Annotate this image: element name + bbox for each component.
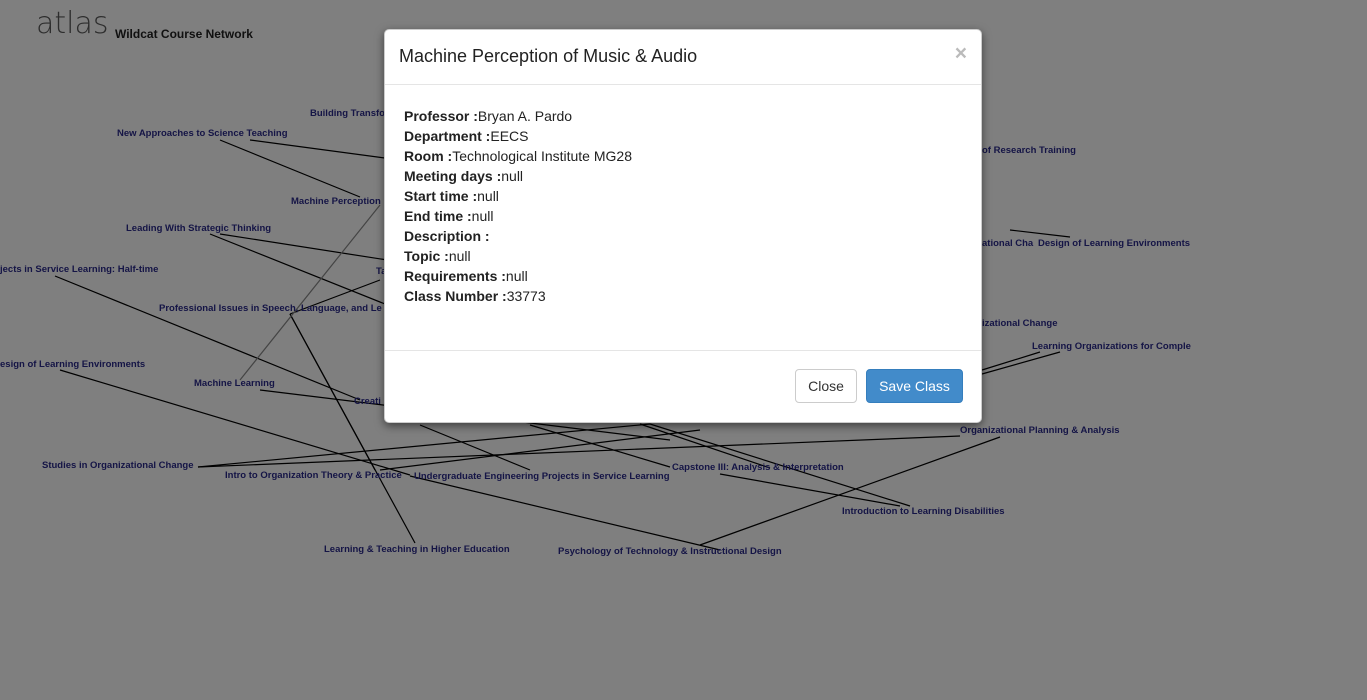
close-button[interactable]: Close [795, 369, 857, 403]
modal-title: Machine Perception of Music & Audio [399, 46, 698, 66]
end-time-value: null [471, 208, 494, 224]
room-value: Technological Institute MG28 [452, 148, 632, 164]
topic-label: Topic : [404, 248, 449, 264]
meeting-days-label: Meeting days : [404, 168, 502, 184]
modal-header: Machine Perception of Music & Audio × [385, 30, 981, 85]
requirements-value: null [505, 268, 528, 284]
room-label: Room : [404, 148, 453, 164]
department-row: Department :EECS [404, 126, 962, 146]
professor-label: Professor : [404, 108, 478, 124]
department-value: EECS [490, 128, 529, 144]
topic-row: Topic :null [404, 246, 962, 266]
modal-footer: Close Save Class [385, 351, 981, 423]
department-label: Department : [404, 128, 491, 144]
description-row: Description : [404, 226, 962, 246]
start-time-row: Start time :null [404, 186, 962, 206]
end-time-label: End time : [404, 208, 472, 224]
class-number-label: Class Number : [404, 288, 507, 304]
description-label: Description : [404, 228, 490, 244]
start-time-value: null [477, 188, 499, 204]
meeting-days-value: null [501, 168, 524, 184]
start-time-label: Start time : [404, 188, 478, 204]
professor-row: Professor :Bryan A. Pardo [404, 106, 962, 126]
class-number-value: 33773 [506, 288, 546, 304]
class-number-row: Class Number :33773 [404, 286, 962, 306]
requirements-label: Requirements : [404, 268, 506, 284]
meeting-days-row: Meeting days :null [404, 166, 962, 186]
room-row: Room :Technological Institute MG28 [404, 146, 962, 166]
course-detail-modal: Machine Perception of Music & Audio × Pr… [384, 29, 982, 423]
close-icon[interactable]: × [955, 43, 967, 64]
save-class-button[interactable]: Save Class [866, 369, 963, 403]
end-time-row: End time :null [404, 206, 962, 226]
professor-value: Bryan A. Pardo [477, 108, 573, 124]
modal-body: Professor :Bryan A. Pardo Department :EE… [385, 85, 981, 351]
page: atlas Wildcat Course Network [0, 0, 1367, 700]
topic-value: null [448, 248, 471, 264]
requirements-row: Requirements :null [404, 266, 962, 286]
